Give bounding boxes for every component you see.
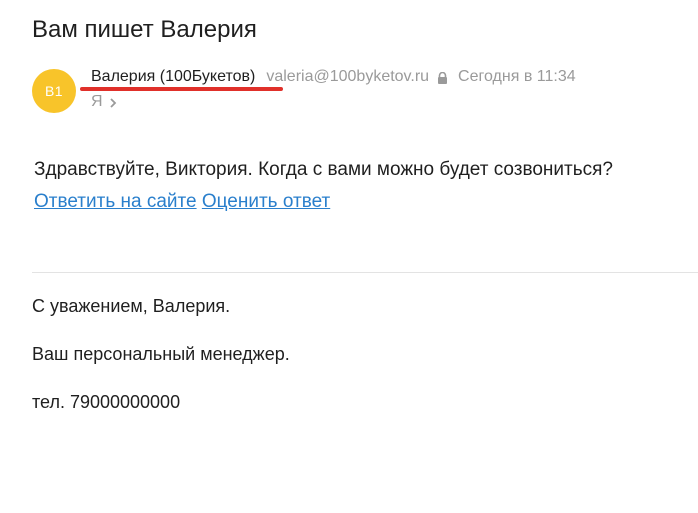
chevron-right-icon[interactable]: [108, 96, 118, 108]
sender-name[interactable]: Валерия (100Букетов): [91, 68, 255, 86]
signature-phone: тел. 79000000000: [32, 392, 181, 412]
sender-avatar[interactable]: В1: [32, 69, 76, 113]
recipient-row[interactable]: Я: [91, 93, 118, 111]
signature-line-1: С уважением, Валерия.: [32, 296, 231, 316]
sender-row: Валерия (100Букетов) valeria@100byketov.…: [91, 68, 576, 86]
email-date: Сегодня в 11:34: [458, 68, 576, 85]
email-links: Ответить на сайте Оценить ответ: [34, 191, 330, 213]
divider: [32, 272, 698, 273]
email-subject: Вам пишет Валерия: [32, 16, 257, 43]
lock-icon: [437, 71, 448, 84]
signature-line-2: Ваш персональный менеджер.: [32, 344, 290, 364]
reply-on-site-link[interactable]: Ответить на сайте: [34, 191, 197, 212]
sender-highlight-underline: [80, 87, 283, 91]
recipient-label: Я: [91, 93, 103, 110]
rate-answer-link[interactable]: Оценить ответ: [202, 191, 330, 212]
sender-email[interactable]: valeria@100byketov.ru: [266, 68, 429, 86]
email-body-text: Здравствуйте, Виктория. Когда с вами мож…: [34, 159, 613, 180]
